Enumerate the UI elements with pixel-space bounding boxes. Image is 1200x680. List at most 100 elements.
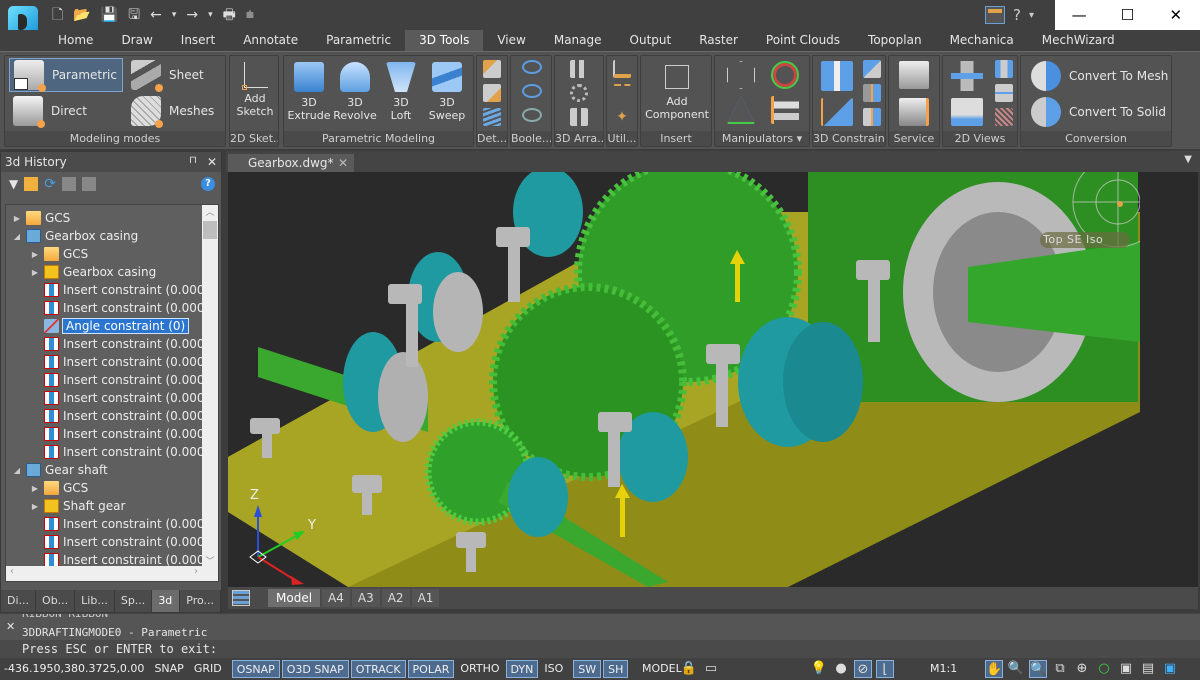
tree-item[interactable]: ▶ Shaft gear xyxy=(30,497,125,515)
extrude-button[interactable]: 3D Extrude xyxy=(286,60,332,122)
rotate-manipulator-icon[interactable] xyxy=(771,61,799,89)
workspace-icon[interactable] xyxy=(985,6,1005,24)
align-manipulator-icon[interactable] xyxy=(727,96,755,124)
panel-tab[interactable]: Pro... xyxy=(180,590,221,612)
tab-insert[interactable]: Insert xyxy=(167,30,229,51)
tree-item[interactable]: Insert constraint (0.0000) xyxy=(30,515,217,533)
thread-icon[interactable] xyxy=(483,108,501,126)
angle-constraint-icon[interactable] xyxy=(863,60,881,78)
panel-tab[interactable]: Lib... xyxy=(75,590,115,612)
toggle-snap[interactable]: SNAP xyxy=(150,660,187,678)
print-icon[interactable]: 🖶 xyxy=(223,6,236,24)
undo-icon[interactable]: ← xyxy=(150,6,162,24)
tangent-constraint-icon[interactable] xyxy=(863,108,881,126)
layout-tab-a3[interactable]: A3 xyxy=(351,589,380,607)
coordinates-readout[interactable]: -436.1950,380.3725,0.00 xyxy=(0,660,148,678)
minimize-button[interactable]: — xyxy=(1055,0,1103,30)
view-name-label[interactable]: Top SE Iso xyxy=(1043,233,1103,246)
loft-button[interactable]: 3D Loft xyxy=(378,60,424,122)
command-prompt[interactable]: Press ESC or ENTER to exit: xyxy=(0,640,1200,658)
save-icon[interactable]: 💾 xyxy=(101,6,118,24)
regenerate-icon[interactable]: ⟳ xyxy=(44,176,56,192)
work-point-icon[interactable]: ✦ xyxy=(613,108,631,126)
undo-dropdown-icon[interactable]: ▾ xyxy=(172,6,177,24)
maximize-button[interactable]: ☐ xyxy=(1103,0,1151,30)
dynamic-ucs-icon[interactable]: ⌊ xyxy=(876,660,894,678)
tab-mechwizard[interactable]: MechWizard xyxy=(1028,30,1129,51)
tab-annotate[interactable]: Annotate xyxy=(229,30,312,51)
subtract-icon[interactable] xyxy=(522,84,542,98)
command-close-icon[interactable]: ✕ xyxy=(6,620,15,633)
document-tab-close-icon[interactable]: ✕ xyxy=(338,154,348,172)
expand-toggle-icon[interactable]: ▶ xyxy=(30,268,40,277)
expand-toggle-icon[interactable]: ▶ xyxy=(30,250,40,259)
toggle-otrack[interactable]: OTRACK xyxy=(350,660,406,678)
toggle-o3d-snap[interactable]: O3D SNAP xyxy=(281,660,349,678)
tab-mechanica[interactable]: Mechanica xyxy=(936,30,1028,51)
tree-item[interactable]: Insert constraint (0.0000) xyxy=(30,353,217,371)
tree-item[interactable]: ◢ Gearbox casing xyxy=(12,227,138,245)
tab-manage[interactable]: Manage xyxy=(540,30,616,51)
add-sketch-button[interactable]: Add Sketch xyxy=(232,60,278,118)
help-circle-icon[interactable]: ? xyxy=(201,177,215,191)
full-screen-icon[interactable]: ▣ xyxy=(1161,660,1179,678)
zoom-icon[interactable]: 🔍 xyxy=(1007,660,1025,678)
toggle-iso[interactable]: ISO xyxy=(540,660,567,678)
standard-views-icon[interactable] xyxy=(995,60,1013,78)
section-view-icon[interactable] xyxy=(951,61,983,91)
panel-tab[interactable]: Di... xyxy=(1,590,37,612)
tree-item[interactable]: Insert constraint (0.0000) xyxy=(30,371,217,389)
copy-history-icon[interactable] xyxy=(61,177,76,191)
projection-view-icon[interactable] xyxy=(951,98,983,126)
zoom-previous-icon[interactable]: ⧉ xyxy=(1051,660,1069,678)
replace-component-icon[interactable] xyxy=(899,98,929,126)
layout-tab-model[interactable]: Model xyxy=(268,589,321,607)
rect-array-icon[interactable] xyxy=(570,60,588,78)
layout-tab-a1[interactable]: A1 xyxy=(411,589,440,607)
tab-raster[interactable]: Raster xyxy=(685,30,752,51)
redo-icon[interactable]: → xyxy=(186,6,198,24)
selection-cycling-icon[interactable]: ⊘ xyxy=(854,660,872,678)
close-button[interactable]: ✕ xyxy=(1152,0,1200,30)
tab-home[interactable]: Home xyxy=(44,30,107,51)
direct-mode-button[interactable]: Direct xyxy=(13,94,87,128)
expand-toggle-icon[interactable]: ▶ xyxy=(12,214,22,223)
tree-vertical-scrollbar[interactable]: ︿ ﹀ xyxy=(202,205,218,567)
update-assembly-icon[interactable] xyxy=(899,61,929,89)
save-as-icon[interactable]: 🖫 xyxy=(128,6,140,24)
open-icon[interactable]: 📂 xyxy=(73,6,90,24)
layout-tab-a4[interactable]: A4 xyxy=(322,589,350,607)
work-axis-icon[interactable] xyxy=(613,84,631,102)
insert-constraint-icon[interactable] xyxy=(863,84,881,102)
expand-toggle-icon[interactable]: ▶ xyxy=(30,484,40,493)
tree-item[interactable]: ▶ Gearbox casing xyxy=(30,263,156,281)
tab-output[interactable]: Output xyxy=(616,30,686,51)
expand-toggle-icon[interactable]: ◢ xyxy=(12,466,22,475)
mirror-array-icon[interactable] xyxy=(570,108,588,126)
model-space-toggle[interactable]: MODEL xyxy=(638,660,686,678)
fillet-icon[interactable] xyxy=(483,60,501,78)
move-manipulator-icon[interactable] xyxy=(727,61,755,89)
panel-title[interactable]: Manipulators ▾ xyxy=(715,131,809,146)
tree-item[interactable]: Insert constraint (0.0000) xyxy=(30,425,217,443)
tab-topoplan[interactable]: Topoplan xyxy=(854,30,936,51)
paste-history-icon[interactable] xyxy=(81,177,96,191)
workspace-switch-icon[interactable]: ▤ xyxy=(1139,660,1157,678)
union-icon[interactable] xyxy=(522,60,542,74)
tree-item[interactable]: Insert constraint (0.0000) xyxy=(30,389,217,407)
fix-constraint-icon[interactable] xyxy=(821,98,853,126)
toggle-dyn[interactable]: DYN xyxy=(505,660,539,678)
layout-tab-a2[interactable]: A2 xyxy=(381,589,410,607)
3d-viewport[interactable]: Top SE Iso Z Y xyxy=(228,172,1198,587)
orbit-icon[interactable]: ⊕ xyxy=(1073,660,1091,678)
toggle-sh[interactable]: SH xyxy=(603,660,629,678)
expand-toggle-icon[interactable]: ◢ xyxy=(12,232,22,241)
document-tab[interactable]: Gearbox.dwg* ✕ xyxy=(228,154,354,172)
panel-tab[interactable]: 3d ... xyxy=(152,590,181,629)
add-component-button[interactable]: Add Component xyxy=(643,60,711,121)
detail-view-icon[interactable] xyxy=(995,84,1013,102)
scale-readout[interactable]: M1:1 xyxy=(926,660,961,678)
polar-array-icon[interactable] xyxy=(570,84,588,102)
tree-item[interactable]: Insert constraint (0.0000) xyxy=(30,335,217,353)
rollback-icon[interactable] xyxy=(24,177,39,191)
